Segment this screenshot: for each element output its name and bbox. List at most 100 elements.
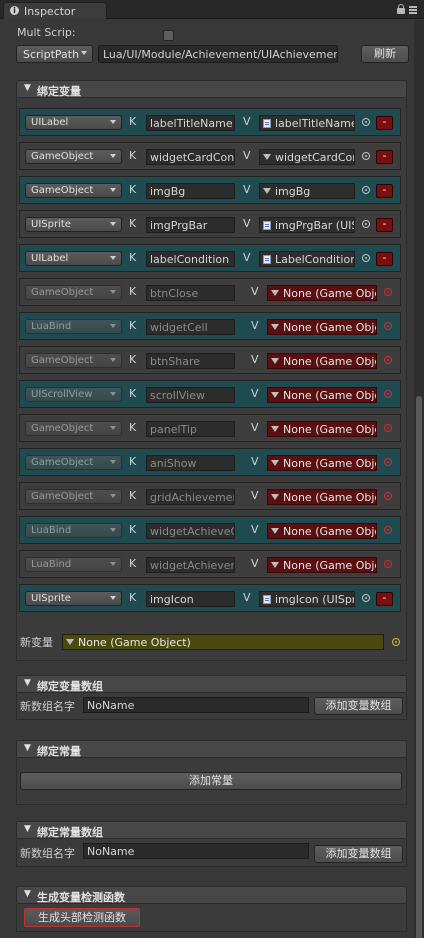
var-object-field[interactable]: None (Game Object) xyxy=(267,319,377,335)
var-type-dropdown[interactable]: UILabel xyxy=(25,251,122,266)
object-picker-icon[interactable] xyxy=(362,254,370,262)
var-object-field[interactable]: None (Game Object) xyxy=(267,523,377,539)
var-type-dropdown[interactable]: LuaBind xyxy=(25,523,122,538)
value-label: V xyxy=(251,319,259,332)
object-picker-icon[interactable] xyxy=(384,322,392,330)
remove-var-button[interactable]: - xyxy=(376,150,393,164)
var-type-dropdown[interactable]: UIScrollView xyxy=(25,387,122,402)
object-picker-icon[interactable] xyxy=(384,526,392,534)
var-object-field[interactable]: labelTitleName xyxy=(259,115,355,131)
value-label: V xyxy=(243,183,251,196)
object-picker-icon[interactable] xyxy=(384,288,392,296)
menu-icon[interactable] xyxy=(409,6,417,14)
var-name-input[interactable]: labelTitleName xyxy=(146,115,235,131)
object-picker-icon[interactable] xyxy=(362,220,370,228)
var-object-field[interactable]: None (Game Object) xyxy=(267,353,377,369)
var-name-input[interactable]: labelCondition xyxy=(146,251,235,267)
script-path-dropdown[interactable]: ScriptPath xyxy=(16,45,93,63)
object-picker-icon[interactable] xyxy=(384,492,392,500)
add-const-button[interactable]: 添加常量 xyxy=(20,772,402,790)
var-name-input[interactable]: scrollView xyxy=(146,387,235,403)
section-header-const-arrays[interactable]: ▼ 绑定常量数组 xyxy=(16,821,407,839)
var-name-input[interactable]: widgetCell xyxy=(146,319,235,335)
object-picker-icon[interactable] xyxy=(384,390,392,398)
bind-var-row: GameObject KbtnShare V None (Game Object) xyxy=(19,346,401,374)
refresh-button[interactable]: 刷新 xyxy=(361,45,409,63)
var-object-field[interactable]: None (Game Object) xyxy=(267,285,377,301)
var-type-dropdown[interactable]: GameObject xyxy=(25,285,122,300)
object-picker-icon[interactable] xyxy=(362,152,370,160)
bind-var-row: LuaBind KwidgetCell V None (Game Object) xyxy=(19,312,401,340)
var-name-input[interactable]: panelTip xyxy=(146,421,235,437)
var-object-field[interactable]: LabelCondition xyxy=(259,251,355,267)
var-name-input[interactable]: aniShow xyxy=(146,455,235,471)
array-name-input[interactable]: NoName xyxy=(83,697,309,713)
add-var-array-button[interactable]: 添加变量数组 xyxy=(314,697,403,715)
var-type-dropdown[interactable]: LuaBind xyxy=(25,319,122,334)
var-object-field[interactable]: None (Game Object) xyxy=(267,455,377,471)
mult-script-checkbox[interactable] xyxy=(163,30,174,41)
object-picker-icon[interactable] xyxy=(362,594,370,602)
bind-var-row: GameObject KimgBg VimgBg - xyxy=(19,176,401,204)
lock-icon[interactable] xyxy=(397,4,405,14)
section-header-bind-vars[interactable]: ▼ 绑定变量 xyxy=(16,80,407,98)
var-type-dropdown[interactable]: GameObject xyxy=(25,353,122,368)
vertical-scrollbar[interactable] xyxy=(414,20,424,938)
var-type-dropdown[interactable]: GameObject xyxy=(25,421,122,436)
var-object-field[interactable]: None (Game Object) xyxy=(267,421,377,437)
object-picker-icon[interactable] xyxy=(384,458,392,466)
const-array-name-label: 新数组名字 xyxy=(20,847,75,860)
var-type-dropdown[interactable]: GameObject xyxy=(25,489,122,504)
var-name-input[interactable]: imgPrgBar xyxy=(146,217,235,233)
scrollbar-thumb[interactable] xyxy=(416,396,422,938)
var-object-field[interactable]: None (Game Object) xyxy=(267,489,377,505)
var-object-field[interactable]: widgetCardContent xyxy=(259,149,355,165)
var-name-input[interactable]: widgetCardContent xyxy=(146,149,235,165)
value-label: V xyxy=(243,217,251,230)
var-type-dropdown[interactable]: GameObject xyxy=(25,455,122,470)
remove-var-button[interactable]: - xyxy=(376,218,393,232)
cube-icon xyxy=(271,392,279,398)
value-label: V xyxy=(243,591,251,604)
remove-var-button[interactable]: - xyxy=(376,116,393,130)
triangle-down-icon: ▼ xyxy=(24,743,31,753)
remove-var-button[interactable]: - xyxy=(376,252,393,266)
const-array-name-input[interactable]: NoName xyxy=(83,843,309,859)
object-picker-icon[interactable] xyxy=(384,356,392,364)
var-name-input[interactable]: widgetAchieveCell xyxy=(146,523,235,539)
section-header-bind-arrays[interactable]: ▼ 绑定变量数组 xyxy=(16,675,407,693)
var-type-dropdown[interactable]: GameObject xyxy=(25,149,122,164)
var-type-dropdown[interactable]: UISprite xyxy=(25,217,122,232)
var-object-field[interactable]: None (Game Object) xyxy=(267,557,377,573)
key-label: K xyxy=(129,183,137,196)
var-name-input[interactable]: gridAchievement xyxy=(146,489,235,505)
var-object-field[interactable]: None (Game Object) xyxy=(267,387,377,403)
script-path-field[interactable]: Lua/UI/Module/Achievement/UIAchievement xyxy=(98,45,338,63)
object-picker-icon[interactable] xyxy=(392,638,400,646)
var-type-dropdown[interactable]: UISprite xyxy=(25,591,122,606)
tab-inspector[interactable]: i Inspector xyxy=(3,2,107,19)
var-name-input[interactable]: imgBg xyxy=(146,183,235,199)
section-header-check-func[interactable]: ▼ 生成变量检测函数 xyxy=(16,886,407,904)
var-type-dropdown[interactable]: GameObject xyxy=(25,183,122,198)
var-name-input[interactable]: widgetAchievement xyxy=(146,557,235,573)
var-type-dropdown[interactable]: UILabel xyxy=(25,115,122,130)
remove-var-button[interactable]: - xyxy=(376,184,393,198)
var-name-input[interactable]: btnShare xyxy=(146,353,235,369)
generate-header-check-button[interactable]: 生成头部检测函数 xyxy=(24,908,140,927)
var-object-field[interactable]: imgIcon (UISprite) xyxy=(259,591,355,607)
add-const-array-button[interactable]: 添加变量数组 xyxy=(314,845,403,863)
var-type-dropdown[interactable]: LuaBind xyxy=(25,557,122,572)
var-name-input[interactable]: btnClose xyxy=(146,285,235,301)
var-name-input[interactable]: imgIcon xyxy=(146,591,235,607)
remove-var-button[interactable]: - xyxy=(376,592,393,606)
object-picker-icon[interactable] xyxy=(384,560,392,568)
object-picker-icon[interactable] xyxy=(384,424,392,432)
var-object-field[interactable]: imgPrgBar (UISprite) xyxy=(259,217,355,233)
section-header-bind-consts[interactable]: ▼ 绑定常量 xyxy=(16,740,407,758)
var-object-field[interactable]: imgBg xyxy=(259,183,355,199)
new-var-object-field[interactable]: None (Game Object) xyxy=(62,634,384,650)
object-picker-icon[interactable] xyxy=(362,186,370,194)
object-picker-icon[interactable] xyxy=(362,118,370,126)
bind-var-row: UIScrollView KscrollView V None (Game Objec… xyxy=(19,380,401,408)
